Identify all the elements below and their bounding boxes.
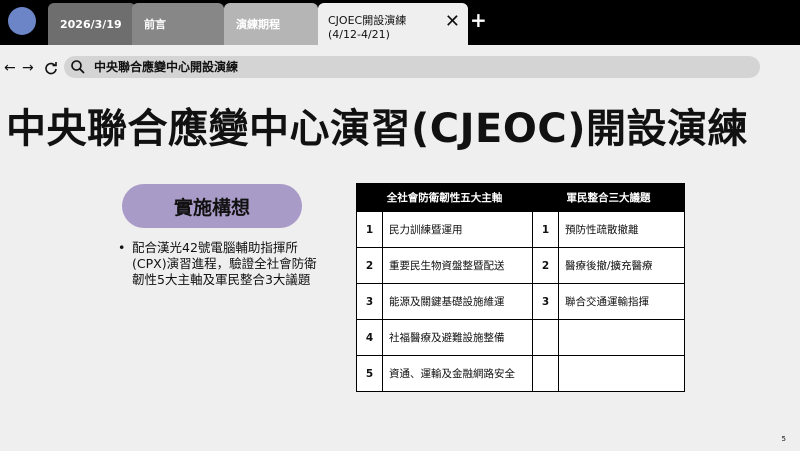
table-cell-a: 能源及關鍵基礎設施維運 (382, 283, 533, 320)
tab-date-label: 2026/3/19 (60, 17, 122, 31)
bullet-item: • 配合漢光42號電腦輔助指揮所(CPX)演習進程，驗證全社會防衛韌性5大主軸及… (118, 240, 318, 288)
back-arrow-icon[interactable]: ← (4, 58, 16, 78)
axes-table: 全社會防衛韌性五大主軸 軍民整合三大議題 1 民力訓練暨運用 1 預防性疏散撤離 2 重要… (356, 183, 685, 392)
table-cell-a: 民力訓練暨運用 (382, 211, 533, 248)
table-body: 1 民力訓練暨運用 1 預防性疏散撤離 2 重要民生物資盤整暨配送 2 醫療後撤/擴充醫療 3 能… (356, 211, 685, 392)
bullet-text: 配合漢光42號電腦輔助指揮所(CPX)演習進程，驗證全社會防衛韌性5大主軸及軍民… (132, 240, 317, 287)
table-cell-b (558, 355, 685, 392)
table-row: 3 能源及關鍵基礎設施維運 3 聯合交通運輸指揮 (356, 283, 685, 320)
new-tab-icon[interactable]: + (470, 10, 487, 30)
table-cell-n1: 4 (356, 319, 383, 356)
address-text: 中央聯合應變中心開設演練 (94, 60, 239, 74)
table-cell-b: 聯合交通運輸指揮 (558, 283, 685, 320)
reload-icon[interactable] (44, 58, 58, 81)
address-bar[interactable]: 中央聯合應變中心開設演練 (64, 56, 760, 78)
close-icon[interactable]: ✕ (445, 13, 460, 31)
table-cell-a: 社福醫療及避難設施整備 (382, 319, 533, 356)
table-cell-b: 預防性疏散撤離 (558, 211, 685, 248)
tab-schedule-label: 演練期程 (236, 18, 280, 31)
page-number: 5 (781, 435, 786, 443)
table-cell-n1: 1 (356, 211, 383, 248)
bullet-dot: • (118, 240, 126, 255)
table-header-right: 軍民整合三大議題 (532, 183, 685, 212)
table-cell-n2 (532, 355, 559, 392)
table-header-left: 全社會防衛韌性五大主軸 (356, 183, 533, 212)
tab-preface-label: 前言 (144, 18, 166, 31)
table-cell-n2: 3 (532, 283, 559, 320)
table-cell-n1: 2 (356, 247, 383, 284)
table-row: 4 社福醫療及避難設施整備 (356, 319, 685, 356)
slide-title: 中央聯合應變中心演習(CJEOC)開設演練 (6, 106, 748, 152)
table-row: 5 資通、運輸及金融網路安全 (356, 355, 685, 392)
avatar[interactable] (8, 7, 36, 35)
tab-active[interactable]: CJOEC開設演練 (4/12-4/21) ✕ (318, 3, 468, 45)
table-cell-n1: 3 (356, 283, 383, 320)
concept-pill-label: 實施構想 (173, 196, 250, 219)
table-cell-n1: 5 (356, 355, 383, 392)
table-cell-a: 資通、運輸及金融網路安全 (382, 355, 533, 392)
table-cell-a: 重要民生物資盤整暨配送 (382, 247, 533, 284)
tab-date[interactable]: 2026/3/19 (48, 3, 136, 45)
table-cell-n2: 2 (532, 247, 559, 284)
table-row: 1 民力訓練暨運用 1 預防性疏散撤離 (356, 211, 685, 248)
table-cell-n2 (532, 319, 559, 356)
tab-preface[interactable]: 前言 (132, 3, 224, 45)
table-cell-b: 醫療後撤/擴充醫療 (558, 247, 685, 284)
table-cell-n2: 1 (532, 211, 559, 248)
tab-bar: 2026/3/19 前言 演練期程 CJOEC開設演練 (4/12-4/21) … (0, 0, 800, 45)
search-icon (71, 60, 85, 74)
concept-pill: 實施構想 (122, 184, 302, 228)
table-cell-b (558, 319, 685, 356)
table-row: 2 重要民生物資盤整暨配送 2 醫療後撤/擴充醫療 (356, 247, 685, 284)
navigation-bar: ← → 中央聯合應變中心開設演練 (0, 56, 800, 80)
tab-schedule[interactable]: 演練期程 (224, 3, 318, 45)
forward-arrow-icon[interactable]: → (22, 58, 34, 78)
